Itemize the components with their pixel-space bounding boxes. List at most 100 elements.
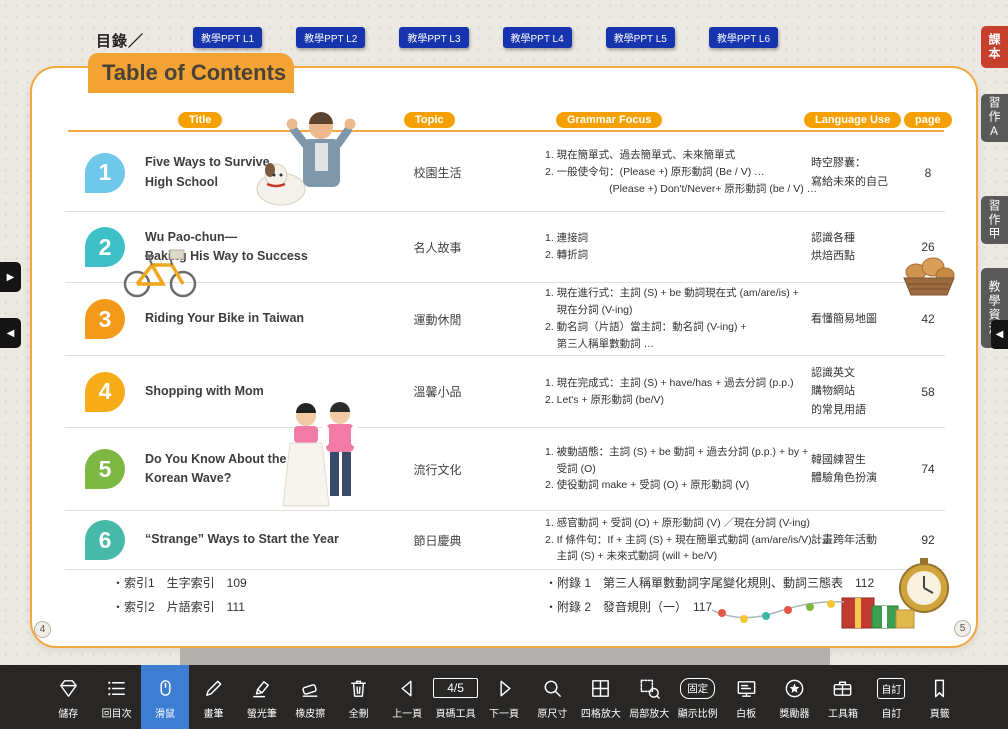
toolbar-quad-zoom[interactable]: 四格放大 [577, 665, 625, 729]
toolbar-next-page[interactable]: 下一頁 [480, 665, 528, 729]
ppt-l5-button[interactable]: 教學PPT L5 [606, 27, 675, 48]
unit2-page-number: 26 [915, 240, 941, 254]
unit5-number-badge: 5 [85, 449, 125, 489]
quad-grid-icon [589, 675, 612, 702]
toolbar: 儲存 回目次 滑鼠 畫筆 螢光筆 [0, 665, 1008, 729]
ppt-l1-button[interactable]: 教學PPT L1 [193, 27, 262, 48]
toolbar-whiteboard[interactable]: 白板 [722, 665, 770, 729]
original-size-icon [541, 675, 564, 702]
unit3-number-badge: 3 [85, 299, 125, 339]
column-header-language-use: Language Use [804, 112, 901, 128]
unit4-language-use: 認識英文 購物網站 的常見用語 [805, 364, 915, 418]
toolbar-page-tab[interactable]: 頁籤 [916, 665, 964, 729]
toolbar-area-zoom[interactable]: 局部放大 [625, 665, 673, 729]
toolbar-save[interactable]: 儲存 [44, 665, 92, 729]
toolbar-toolbox[interactable]: 工具箱 [819, 665, 867, 729]
unit4-number-badge: 4 [85, 372, 125, 412]
unit4-page-number: 58 [915, 385, 941, 399]
unit3-title: Riding Your Bike in Taiwan [145, 309, 380, 328]
left-page-number: 4 [34, 621, 51, 638]
unit2-grammar: 1. 連接詞 2. 轉折詞 [495, 230, 805, 264]
left-edge-prev-arrow[interactable]: ◀ [0, 318, 21, 348]
right-edge-prev-arrow[interactable]: ◀ [991, 320, 1008, 349]
unit5-topic: 流行文化 [380, 461, 495, 478]
unit1-title: Five Ways to Survive High School [145, 153, 380, 192]
unit4-grammar: 1. 現在完成式：主詞 (S) + have/has + 過去分詞 (p.p.)… [495, 375, 805, 409]
toolbar-delete-all[interactable]: 全刪 [335, 665, 383, 729]
ppt-l6-button[interactable]: 教學PPT L6 [709, 27, 778, 48]
page-number-input[interactable]: 4/5 [433, 678, 478, 698]
toolbar-reward[interactable]: 獎勵器 [770, 665, 818, 729]
toc-row-unit6[interactable]: 6 “Strange” Ways to Start the Year 節日慶典 … [65, 511, 945, 570]
toolbox-icon [831, 675, 854, 702]
ppt-l4-button[interactable]: 教學PPT L4 [503, 27, 572, 48]
column-header-grammar: Grammar Focus [556, 112, 662, 128]
save-icon [57, 675, 80, 702]
tab-workbook-b[interactable]: 習作甲 [981, 196, 1008, 244]
toolbar-prev-page[interactable]: 上一頁 [383, 665, 431, 729]
index2-entry: ・索引2 片語索引 111 [112, 598, 545, 615]
unit2-topic: 名人故事 [380, 239, 495, 256]
unit1-topic: 校園生活 [380, 164, 495, 181]
unit6-language-use: 計畫跨年活動 [805, 531, 915, 549]
toc-table: 1 Five Ways to Survive High School 校園生活 … [65, 134, 945, 570]
ppt-l2-button[interactable]: 教學PPT L2 [296, 27, 365, 48]
left-edge-next-arrow[interactable]: ▶ [0, 262, 21, 292]
prev-page-icon [396, 675, 419, 702]
ebook-reader: 目錄／ 教學PPT L1 教學PPT L2 教學PPT L3 教學PPT L4 … [0, 0, 1008, 729]
highlighter-icon [250, 675, 273, 702]
breadcrumb: 目錄／ [96, 30, 144, 51]
unit6-page-number: 92 [915, 533, 941, 547]
unit5-language-use: 韓國練習生 體驗角色扮演 [805, 451, 915, 487]
page-title: Table of Contents [88, 53, 294, 93]
index1-entry: ・索引1 生字索引 109 [112, 574, 545, 591]
mouse-icon [154, 675, 177, 702]
unit2-language-use: 認識各種 烘焙西點 [805, 229, 915, 265]
unit1-language-use: 時空膠囊： 寫給未來的自己 [805, 154, 915, 190]
toolbar-mouse[interactable]: 滑鼠 [141, 665, 189, 729]
textbook-page: Title Topic Grammar Focus Language Use p… [30, 66, 978, 648]
pen-icon [202, 675, 225, 702]
toc-footer: ・索引1 生字索引 109 ・索引2 片語索引 111 ・附錄 1 第三人稱單數… [112, 574, 952, 615]
toolbar-pen[interactable]: 畫筆 [189, 665, 237, 729]
unit5-title: Do You Know About the Korean Wave? [145, 450, 380, 489]
unit1-page-number: 8 [915, 166, 941, 180]
table-of-contents-icon [105, 675, 128, 702]
unit1-grammar: 1. 現在簡單式、過去簡單式、未來簡單式 2. 一般使令句：(Please +)… [495, 147, 805, 197]
toc-row-unit4[interactable]: 4 Shopping with Mom 溫馨小品 1. 現在完成式：主詞 (S)… [65, 356, 945, 428]
ppt-l3-button[interactable]: 教學PPT L3 [399, 27, 468, 48]
unit5-page-number: 74 [915, 462, 941, 476]
eraser-icon [299, 675, 322, 702]
toolbar-original-size[interactable]: 原尺寸 [528, 665, 576, 729]
bookmark-icon [928, 675, 951, 702]
unit3-grammar: 1. 現在進行式：主詞 (S) + be 動詞現在式 (am/are/is) +… [495, 285, 805, 352]
column-header-title: Title [178, 112, 222, 128]
column-header-topic: Topic [404, 112, 455, 128]
toolbar-eraser[interactable]: 橡皮擦 [286, 665, 334, 729]
toc-row-unit1[interactable]: 1 Five Ways to Survive High School 校園生活 … [65, 134, 945, 212]
unit6-topic: 節日慶典 [380, 532, 495, 549]
unit4-topic: 溫馨小品 [380, 383, 495, 400]
appendix2-entry: ・附錄 2 發音規則（一） 117 [545, 598, 874, 615]
toc-row-unit5[interactable]: 5 Do You Know About the Korean Wave? 流行文… [65, 428, 945, 511]
toc-row-unit2[interactable]: 2 Wu Pao-chun— Baking His Way to Success… [65, 212, 945, 283]
unit2-title: Wu Pao-chun— Baking His Way to Success [145, 228, 380, 267]
next-page-icon [493, 675, 516, 702]
unit3-page-number: 42 [915, 312, 941, 326]
toc-row-unit3[interactable]: 3 Riding Your Bike in Taiwan 運動休閒 1. 現在進… [65, 283, 945, 356]
toolbar-highlighter[interactable]: 螢光筆 [238, 665, 286, 729]
tab-workbook-a[interactable]: 習作A [981, 94, 1008, 142]
unit1-number-badge: 1 [85, 153, 125, 193]
appendix1-entry: ・附錄 1 第三人稱單數動詞字尾變化規則、動詞三態表 112 [545, 574, 874, 591]
header-divider [68, 130, 944, 132]
toolbar-custom[interactable]: 自訂 自訂 [867, 665, 915, 729]
trash-icon [347, 675, 370, 702]
toolbar-page-number[interactable]: 4/5 頁碼工具 [431, 665, 479, 729]
toolbar-toc[interactable]: 回目次 [92, 665, 140, 729]
unit6-number-badge: 6 [85, 520, 125, 560]
unit6-title: “Strange” Ways to Start the Year [145, 530, 380, 549]
bottom-scrollbar[interactable] [180, 648, 830, 665]
whiteboard-icon [735, 675, 758, 702]
tab-textbook[interactable]: 課本 [981, 26, 1008, 68]
toolbar-display-ratio[interactable]: 固定 顯示比例 [673, 665, 721, 729]
